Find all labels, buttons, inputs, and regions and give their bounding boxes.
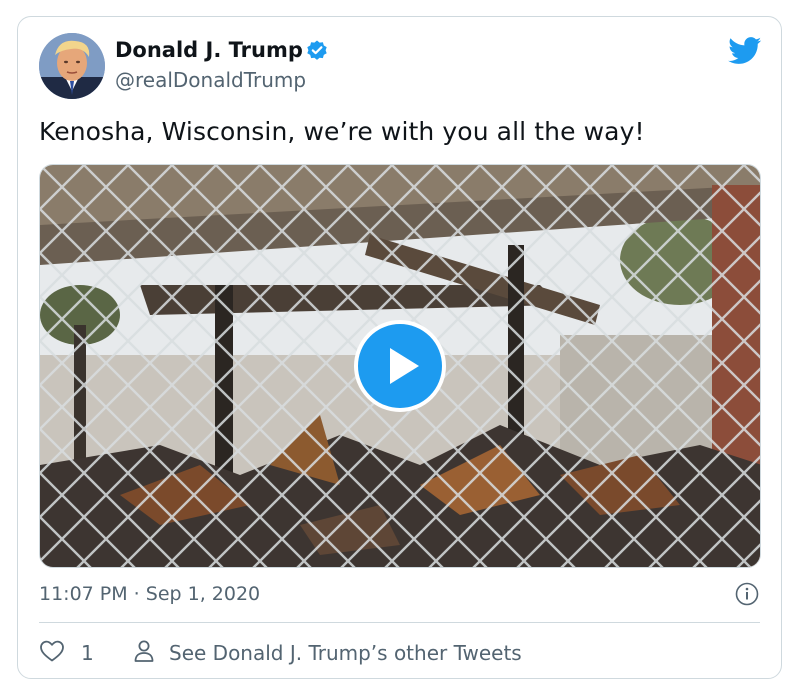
divider: [39, 622, 760, 623]
verified-badge-icon: [305, 39, 329, 63]
person-icon: [133, 639, 155, 667]
see-other-tweets-link[interactable]: See Donald J. Trump’s other Tweets: [133, 639, 522, 667]
avatar[interactable]: [39, 33, 105, 99]
heart-icon: [39, 639, 65, 667]
play-button[interactable]: [354, 320, 446, 412]
author-handle[interactable]: @realDonaldTrump: [115, 68, 306, 92]
like-count: 1: [81, 641, 94, 665]
tweet-card[interactable]: Donald J. Trump @realDonaldTrump Kenosha…: [17, 16, 782, 679]
tweet-video[interactable]: [39, 164, 761, 568]
tweet-text: Kenosha, Wisconsin, we’re with you all t…: [39, 117, 645, 146]
see-other-tweets-label: See Donald J. Trump’s other Tweets: [169, 641, 522, 665]
twitter-bird-icon[interactable]: [728, 37, 762, 65]
author-name[interactable]: Donald J. Trump: [115, 38, 303, 62]
info-icon[interactable]: [735, 582, 759, 606]
like-button[interactable]: 1: [39, 639, 94, 667]
tweet-timestamp[interactable]: 11:07 PM · Sep 1, 2020: [39, 583, 260, 605]
